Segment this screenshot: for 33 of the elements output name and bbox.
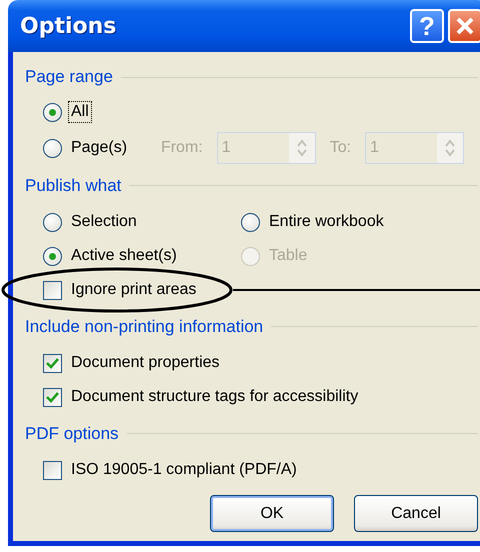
radio-button[interactable] — [43, 246, 62, 266]
checkbox[interactable] — [43, 280, 62, 300]
dialog-button[interactable]: Cancel — [354, 495, 478, 532]
radio-button[interactable] — [241, 212, 260, 232]
section-title: PDF options — [25, 424, 119, 444]
radio-label[interactable]: Selection — [68, 211, 140, 233]
section-title: Publish what — [25, 176, 122, 196]
checkbox-label[interactable]: Document structure tags for accessibility — [68, 386, 362, 408]
close-button[interactable] — [448, 9, 480, 43]
spinner-arrows-icon — [296, 138, 308, 158]
radio-label[interactable]: All — [68, 101, 92, 123]
radio-button[interactable] — [43, 138, 62, 158]
radio-button[interactable] — [43, 212, 62, 232]
field-label: From: — [160, 139, 203, 157]
checkbox-label[interactable]: ISO 19005-1 compliant (PDF/A) — [68, 459, 300, 481]
section-title: Include non-printing information — [25, 316, 264, 336]
checkbox[interactable] — [43, 354, 62, 372]
number-field: 1 — [365, 132, 464, 164]
window-title: Options — [20, 14, 118, 38]
radio-button[interactable] — [43, 102, 62, 122]
help-button[interactable]: ? — [410, 9, 444, 43]
number-field: 1 — [216, 132, 316, 164]
checkbox[interactable] — [43, 388, 62, 406]
checkbox[interactable] — [43, 460, 62, 480]
checkbox-label[interactable]: Document properties — [68, 352, 223, 374]
field-label: To: — [330, 139, 352, 157]
section-title: Page range — [25, 67, 113, 87]
radio-label[interactable]: Page(s) — [68, 137, 130, 159]
radio-label[interactable]: Entire workbook — [266, 211, 387, 233]
close-icon — [455, 16, 475, 36]
spinner-arrows-icon — [444, 138, 456, 158]
dialog-button[interactable]: OK — [210, 495, 334, 532]
radio-label[interactable]: Active sheet(s) — [68, 245, 180, 267]
